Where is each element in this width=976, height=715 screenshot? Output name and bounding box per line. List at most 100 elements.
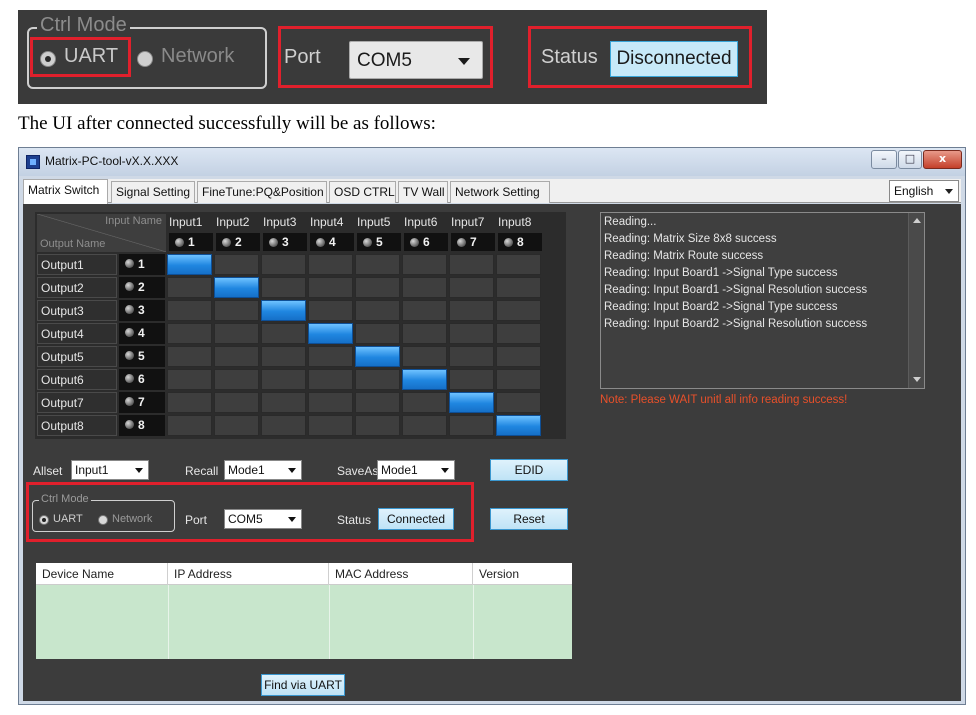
route-cell[interactable] — [355, 392, 400, 413]
column-ip-address[interactable]: IP Address — [168, 563, 329, 585]
uart-radio[interactable] — [39, 515, 49, 525]
route-cell-active[interactable] — [496, 415, 541, 436]
route-cell[interactable] — [496, 254, 541, 275]
led-icon — [269, 238, 278, 247]
route-cell[interactable] — [449, 323, 494, 344]
route-cell[interactable] — [261, 415, 306, 436]
maximize-button[interactable]: □ — [898, 150, 922, 169]
tab-tv-wall[interactable]: TV Wall — [398, 181, 448, 203]
route-cell[interactable] — [167, 392, 212, 413]
route-cell[interactable] — [355, 415, 400, 436]
port-select[interactable]: COM5 — [224, 509, 302, 529]
route-cell[interactable] — [496, 369, 541, 390]
route-cell[interactable] — [355, 369, 400, 390]
edid-button[interactable]: EDID — [490, 459, 568, 481]
log-scrollbar[interactable] — [908, 213, 924, 388]
route-cell[interactable] — [496, 346, 541, 367]
column-device-name[interactable]: Device Name — [36, 563, 168, 585]
tab-finetune[interactable]: FineTune:PQ&Position — [197, 181, 327, 203]
device-table[interactable]: Device Name IP Address MAC Address Versi… — [36, 563, 572, 659]
route-cell[interactable] — [449, 254, 494, 275]
route-cell[interactable] — [355, 277, 400, 298]
route-cell-active[interactable] — [402, 369, 447, 390]
route-cell[interactable] — [308, 346, 353, 367]
scroll-up-icon[interactable] — [913, 218, 921, 223]
route-cell[interactable] — [496, 323, 541, 344]
route-cell-active[interactable] — [167, 254, 212, 275]
language-select[interactable]: English — [889, 180, 959, 202]
scroll-down-icon[interactable] — [913, 377, 921, 382]
route-cell[interactable] — [214, 323, 259, 344]
route-cell[interactable] — [214, 346, 259, 367]
route-cell[interactable] — [308, 277, 353, 298]
route-cell[interactable] — [402, 346, 447, 367]
allset-select[interactable]: Input1 — [71, 460, 149, 480]
route-cell[interactable] — [355, 254, 400, 275]
network-radio[interactable] — [137, 51, 153, 67]
input-number-box: 5 — [357, 233, 401, 251]
tab-signal-setting[interactable]: Signal Setting — [111, 181, 195, 203]
route-cell[interactable] — [167, 369, 212, 390]
route-cell[interactable] — [308, 369, 353, 390]
tab-network-setting[interactable]: Network Setting — [450, 181, 550, 203]
route-cell-active[interactable] — [261, 300, 306, 321]
route-cell[interactable] — [355, 300, 400, 321]
route-cell[interactable] — [167, 277, 212, 298]
saveas-select[interactable]: Mode1 — [377, 460, 455, 480]
route-cell[interactable] — [308, 300, 353, 321]
column-mac-address[interactable]: MAC Address — [329, 563, 473, 585]
route-cell[interactable] — [261, 369, 306, 390]
route-cell[interactable] — [496, 277, 541, 298]
output-number-box: 5 — [119, 346, 165, 367]
input-name: Input8 — [498, 215, 532, 229]
route-cell[interactable] — [308, 254, 353, 275]
minimize-button[interactable]: – — [871, 150, 897, 169]
route-cell[interactable] — [214, 369, 259, 390]
route-cell[interactable] — [496, 392, 541, 413]
route-cell[interactable] — [167, 415, 212, 436]
find-via-uart-button[interactable]: Find via UART — [261, 674, 345, 696]
route-cell[interactable] — [214, 415, 259, 436]
route-cell[interactable] — [261, 254, 306, 275]
route-cell-active[interactable] — [308, 323, 353, 344]
route-cell[interactable] — [308, 415, 353, 436]
route-cell-active[interactable] — [214, 277, 259, 298]
route-cell[interactable] — [355, 323, 400, 344]
route-cell[interactable] — [449, 415, 494, 436]
route-cell[interactable] — [449, 369, 494, 390]
route-cell[interactable] — [496, 300, 541, 321]
reset-button[interactable]: Reset — [490, 508, 568, 530]
route-cell[interactable] — [402, 415, 447, 436]
tab-osd-ctrl[interactable]: OSD CTRL — [329, 181, 396, 203]
route-cell[interactable] — [402, 277, 447, 298]
tab-matrix-switch[interactable]: Matrix Switch — [23, 179, 108, 204]
route-cell[interactable] — [261, 277, 306, 298]
route-cell-active[interactable] — [355, 346, 400, 367]
close-button[interactable]: x — [923, 150, 962, 169]
route-cell[interactable] — [308, 392, 353, 413]
network-radio[interactable] — [98, 515, 108, 525]
led-icon — [457, 238, 466, 247]
route-cell[interactable] — [261, 323, 306, 344]
route-cell[interactable] — [261, 346, 306, 367]
recall-select[interactable]: Mode1 — [224, 460, 302, 480]
led-icon — [125, 282, 134, 291]
status-button[interactable]: Connected — [378, 508, 454, 530]
column-version[interactable]: Version — [473, 563, 572, 585]
route-cell[interactable] — [167, 346, 212, 367]
route-cell[interactable] — [449, 300, 494, 321]
status-log[interactable]: Reading... Reading: Matrix Size 8x8 succe… — [600, 212, 925, 389]
route-cell[interactable] — [167, 323, 212, 344]
route-cell[interactable] — [449, 277, 494, 298]
route-cell[interactable] — [402, 392, 447, 413]
route-cell[interactable] — [214, 392, 259, 413]
route-cell[interactable] — [449, 346, 494, 367]
route-cell-active[interactable] — [449, 392, 494, 413]
route-cell[interactable] — [402, 300, 447, 321]
route-cell[interactable] — [402, 254, 447, 275]
route-cell[interactable] — [167, 300, 212, 321]
route-cell[interactable] — [402, 323, 447, 344]
route-cell[interactable] — [214, 254, 259, 275]
route-cell[interactable] — [214, 300, 259, 321]
route-cell[interactable] — [261, 392, 306, 413]
